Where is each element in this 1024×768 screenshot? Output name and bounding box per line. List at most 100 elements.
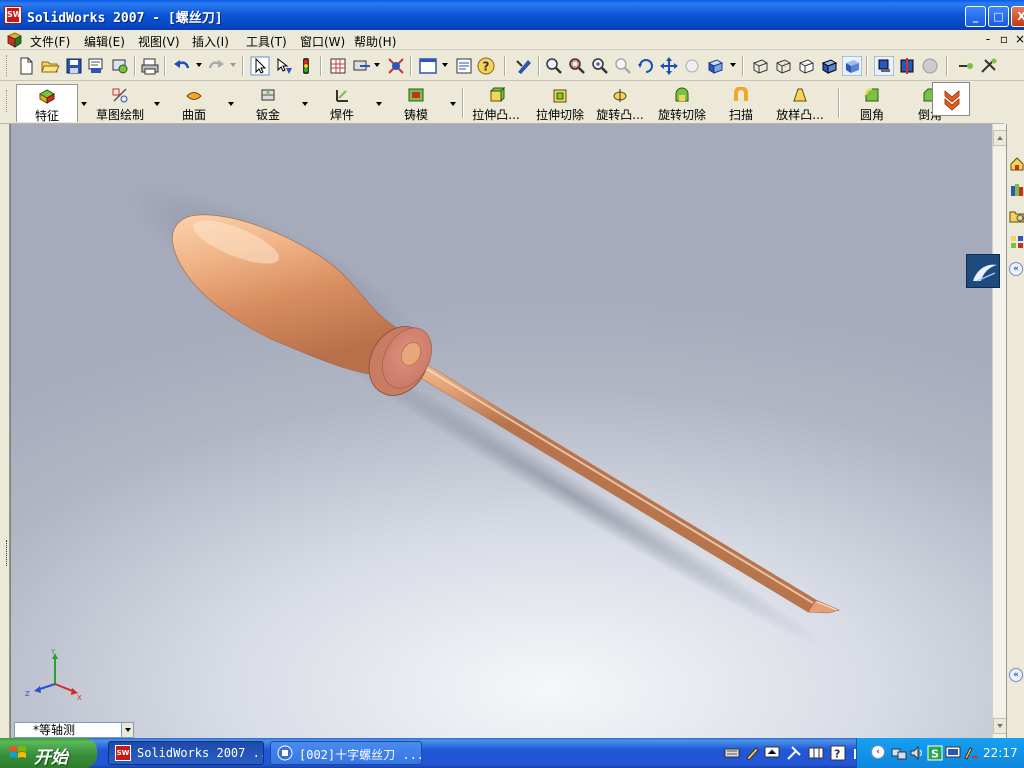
vertical-scrollbar[interactable] — [992, 124, 1007, 738]
sketch-tool-icon[interactable] — [514, 56, 534, 76]
select-cursor-icon[interactable] — [250, 56, 270, 76]
rebuild-traffic-light-icon[interactable] — [296, 56, 316, 76]
tab-features[interactable]: 特征 — [16, 84, 78, 123]
solidworks-logo-icon[interactable]: SW — [4, 6, 22, 24]
home-icon[interactable] — [1009, 156, 1024, 172]
macro-dropdown-arrow[interactable] — [374, 63, 380, 67]
keyboard-tray-icon[interactable] — [724, 745, 740, 761]
screwdriver-model[interactable] — [11, 124, 992, 738]
help-tray-icon[interactable]: ? — [830, 745, 846, 761]
tools-tray-icon[interactable] — [786, 745, 802, 761]
property-manager-button[interactable] — [966, 254, 1000, 288]
security-center-icon[interactable]: S — [927, 745, 943, 761]
feature-tree-icon[interactable] — [956, 56, 976, 76]
properties-icon[interactable] — [454, 56, 474, 76]
expand-task-pane-icon[interactable]: « — [1009, 262, 1023, 276]
roll-view-icon[interactable] — [682, 56, 702, 76]
molds-dropdown-arrow[interactable] — [450, 102, 456, 106]
taskbar-clock[interactable]: 22:17 — [983, 746, 1018, 760]
toolbox-icon[interactable] — [979, 56, 999, 76]
shadows-icon[interactable] — [874, 56, 894, 76]
layout-dropdown-arrow[interactable] — [442, 63, 448, 67]
sheet-metal-dropdown-arrow[interactable] — [302, 102, 308, 106]
menu-view[interactable]: 视图(V) — [138, 33, 180, 50]
title-bar[interactable]: SW SolidWorks 2007 - [螺丝刀] _ □ X — [0, 0, 1024, 30]
sweep-button[interactable]: 扫描 — [718, 84, 764, 122]
print-icon[interactable] — [140, 56, 160, 76]
taskbar-document-folder[interactable]: [002]十字螺丝刀 ... — [270, 741, 422, 765]
layout-icon[interactable] — [418, 56, 438, 76]
file-explorer-icon[interactable] — [1009, 208, 1024, 224]
zoom-to-area-icon[interactable] — [567, 56, 587, 76]
smart-mates-icon[interactable] — [386, 56, 406, 76]
display-tray-icon[interactable] — [945, 745, 961, 761]
hidden-lines-removed-icon[interactable] — [796, 56, 816, 76]
commandmanager-grip[interactable] — [6, 90, 9, 112]
sketch-dropdown-arrow[interactable] — [154, 102, 160, 106]
loft-boss-button[interactable]: 放样凸... — [772, 84, 828, 122]
feature-manager-collapsed-strip[interactable] — [0, 124, 10, 738]
wireframe-icon[interactable] — [750, 56, 770, 76]
extruded-cut-button[interactable]: 拉伸切除 — [532, 84, 588, 122]
fillet-button[interactable]: 圆角 — [850, 84, 894, 122]
realview-icon[interactable] — [920, 56, 940, 76]
tab-weldments[interactable]: 焊件 — [316, 84, 368, 122]
hidden-lines-visible-icon[interactable] — [773, 56, 793, 76]
zoom-in-out-icon[interactable] — [590, 56, 610, 76]
screen-tray-icon[interactable] — [764, 745, 780, 761]
solidworks-menu-icon[interactable] — [6, 32, 23, 48]
menu-insert[interactable]: 插入(I) — [192, 33, 229, 50]
doc-close-button[interactable]: × — [1012, 32, 1024, 48]
tab-surfaces[interactable]: 曲面 — [168, 84, 220, 122]
doc-restore-button[interactable]: ▫ — [996, 32, 1012, 48]
graphics-area[interactable]: Y X Z *等轴测 — [10, 124, 992, 738]
section-view-icon[interactable] — [897, 56, 917, 76]
grid-icon[interactable] — [328, 56, 348, 76]
tab-sketch[interactable]: 草图绘制 — [92, 84, 148, 122]
shaded-with-edges-icon[interactable] — [819, 56, 839, 76]
redo-dropdown-arrow[interactable] — [230, 63, 236, 67]
help-icon[interactable]: ? — [476, 56, 496, 76]
select-filter-icon[interactable] — [274, 56, 294, 76]
save-icon[interactable] — [64, 56, 84, 76]
undo-dropdown-arrow[interactable] — [196, 63, 202, 67]
network-status-icon[interactable] — [891, 745, 907, 761]
menu-edit[interactable]: 编辑(E) — [84, 33, 125, 50]
views-dropdown-arrow[interactable] — [730, 63, 736, 67]
volume-icon[interactable] — [909, 745, 925, 761]
input-method-icon[interactable] — [963, 745, 979, 761]
scroll-up-button[interactable] — [993, 130, 1007, 146]
zoom-to-selection-icon[interactable] — [613, 56, 633, 76]
pen-tray-icon[interactable] — [744, 745, 760, 761]
start-button[interactable]: 开始 — [0, 738, 97, 768]
rotate-view-icon[interactable] — [636, 56, 656, 76]
collapse-panel-icon[interactable]: « — [1009, 668, 1023, 682]
undo-icon[interactable] — [172, 56, 192, 76]
standard-views-icon[interactable] — [705, 56, 725, 76]
menu-window[interactable]: 窗口(W) — [300, 33, 345, 50]
grid-tray-icon[interactable] — [808, 745, 824, 761]
shaded-icon[interactable] — [842, 56, 862, 76]
view-orientation-dropdown[interactable] — [121, 723, 133, 737]
revolved-cut-button[interactable]: 旋转切除 — [654, 84, 710, 122]
toolbar-grip[interactable] — [6, 55, 9, 77]
revolved-boss-button[interactable]: 旋转凸... — [592, 84, 648, 122]
design-library-icon[interactable] — [1009, 182, 1024, 198]
redo-icon[interactable] — [206, 56, 226, 76]
macro-icon[interactable] — [352, 56, 372, 76]
expand-toolbar-button[interactable] — [932, 82, 970, 116]
tab-molds[interactable]: 铸模 — [390, 84, 442, 122]
view-palette-icon[interactable] — [1009, 234, 1024, 250]
doc-minimize-button[interactable]: - — [980, 32, 996, 48]
taskbar-solidworks[interactable]: SW SolidWorks 2007 ... — [108, 741, 264, 765]
splitter-handle[interactable] — [6, 540, 8, 566]
maximize-button[interactable]: □ — [988, 6, 1009, 27]
menu-file[interactable]: 文件(F) — [30, 33, 70, 50]
options-icon[interactable] — [110, 56, 130, 76]
close-button[interactable]: X — [1011, 6, 1024, 27]
menu-tools[interactable]: 工具(T) — [246, 33, 287, 50]
print-preview-icon[interactable] — [86, 56, 106, 76]
pan-icon[interactable] — [659, 56, 679, 76]
surfaces-dropdown-arrow[interactable] — [228, 102, 234, 106]
scroll-down-button[interactable] — [993, 718, 1007, 734]
